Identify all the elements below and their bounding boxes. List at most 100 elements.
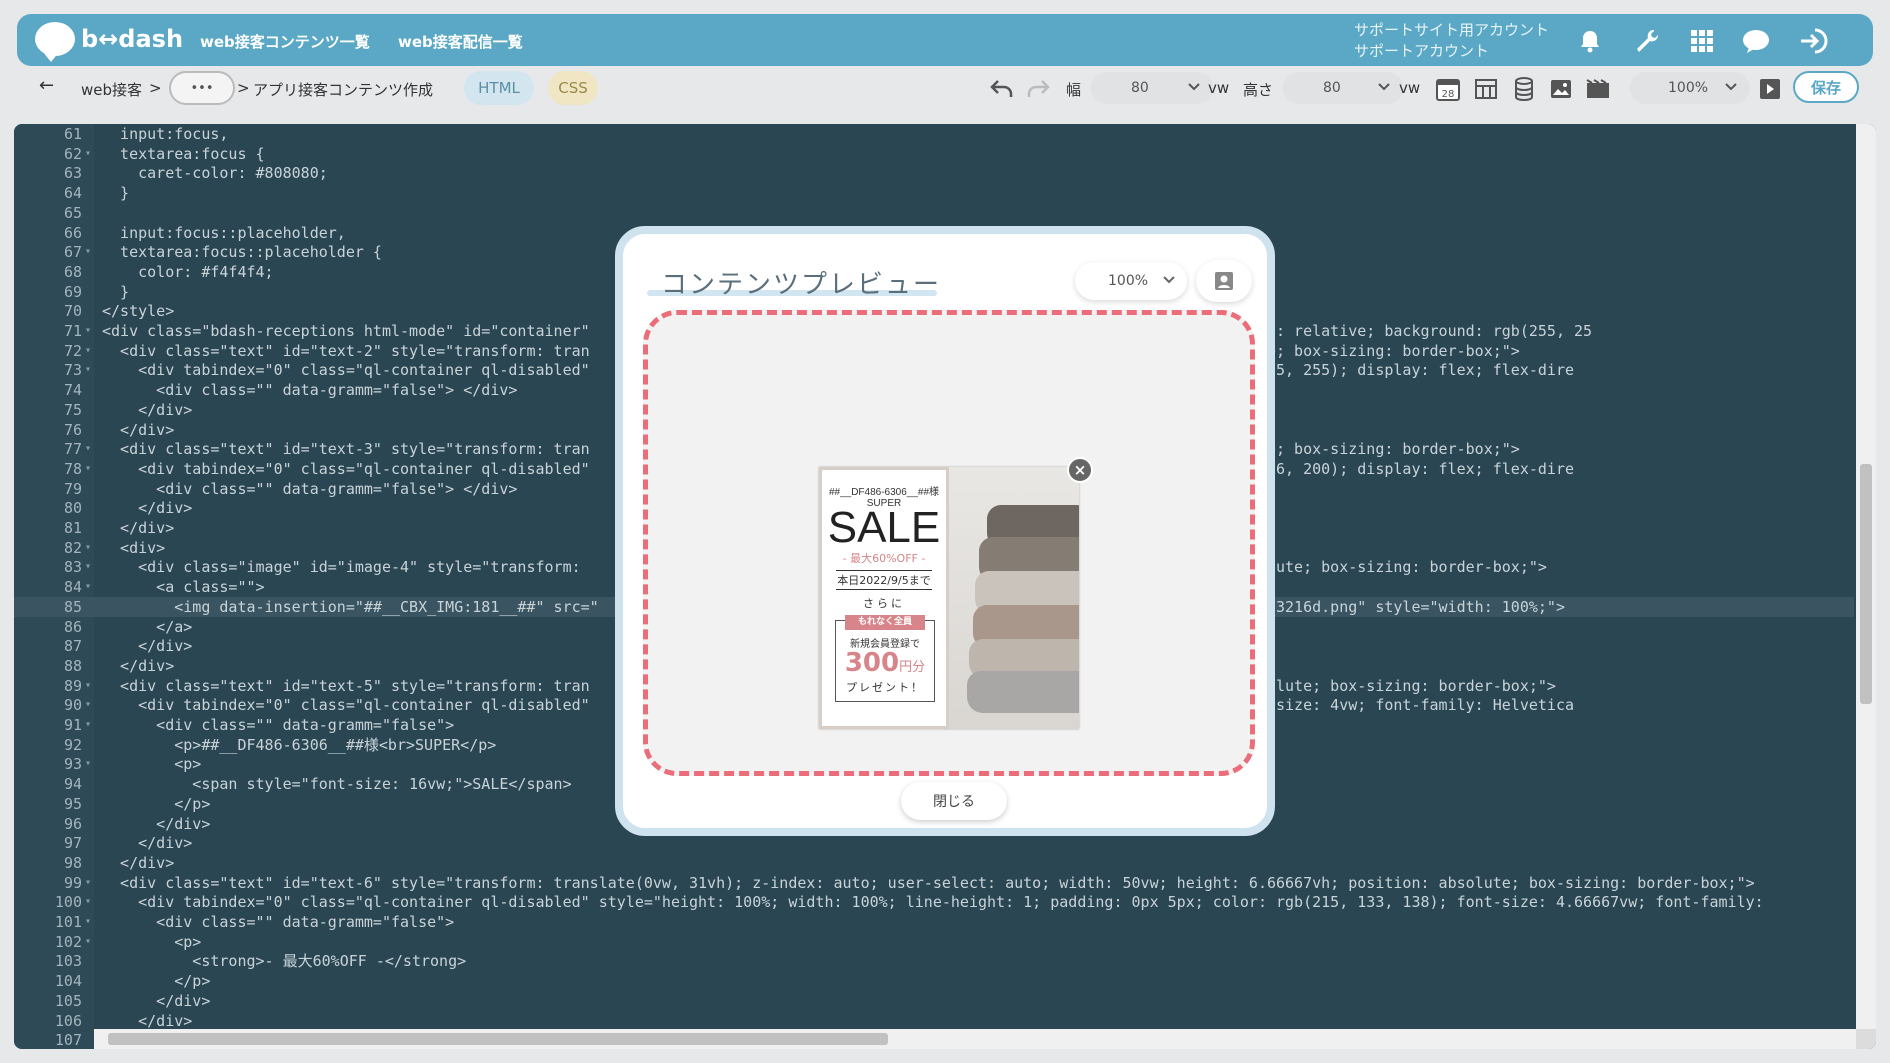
chat-support-icon[interactable] bbox=[1741, 26, 1771, 56]
fold-toggle-icon[interactable]: ▾ bbox=[85, 695, 91, 715]
code-text[interactable]: <span style="font-size: 16vw;">SALE</spa… bbox=[102, 774, 571, 794]
fold-toggle-icon[interactable]: ▾ bbox=[85, 360, 91, 380]
code-text[interactable]: <strong>- 最大60%OFF -</strong> bbox=[102, 951, 466, 971]
bell-icon[interactable] bbox=[1575, 26, 1605, 56]
database-icon[interactable] bbox=[1511, 76, 1537, 102]
code-text[interactable]: textarea:focus::placeholder { bbox=[102, 242, 382, 262]
banner-close-icon[interactable]: × bbox=[1067, 457, 1093, 483]
code-text[interactable]: <div class="" data-gramm="false"> bbox=[102, 715, 454, 735]
code-text[interactable]: </div> bbox=[102, 833, 192, 853]
nav-web-content-list[interactable]: web接客コンテンツ一覧 bbox=[200, 31, 370, 52]
code-line[interactable]: 105 </div> bbox=[14, 991, 1854, 1011]
code-text[interactable]: caret-color: #808080; bbox=[102, 163, 328, 183]
breadcrumb-root[interactable]: web接客 bbox=[81, 79, 142, 100]
vertical-scrollbar[interactable] bbox=[1856, 124, 1876, 1029]
code-line[interactable]: 102 ▾ <p> bbox=[14, 932, 1854, 952]
code-text[interactable]: <div tabindex="0" class="ql-container ql… bbox=[102, 892, 1764, 912]
tab-html[interactable]: HTML bbox=[464, 71, 534, 105]
redo-icon[interactable] bbox=[1025, 76, 1051, 102]
wrench-icon[interactable] bbox=[1632, 26, 1662, 56]
code-text[interactable]: input:focus, bbox=[102, 124, 228, 144]
code-line[interactable]: 103 <strong>- 最大60%OFF -</strong> bbox=[14, 951, 1854, 971]
tab-css[interactable]: CSS bbox=[548, 71, 598, 105]
table-icon[interactable] bbox=[1473, 76, 1499, 102]
apps-grid-icon[interactable] bbox=[1687, 26, 1717, 56]
code-text[interactable]: <div> bbox=[102, 538, 165, 558]
zoom-select[interactable]: 100% bbox=[1630, 72, 1750, 104]
code-text[interactable]: </p> bbox=[102, 971, 210, 991]
preview-zoom-select[interactable]: 100% bbox=[1075, 262, 1187, 300]
code-line[interactable]: 99 ▾ <div class="text" id="text-6" style=… bbox=[14, 873, 1854, 893]
code-text[interactable]: <a class=""> bbox=[102, 577, 264, 597]
preview-banner[interactable]: ##__DF486-6306__##様 SUPER SALE - 最大60%OF… bbox=[819, 467, 1079, 729]
code-text[interactable]: </p> bbox=[102, 794, 210, 814]
code-text[interactable]: </div> bbox=[102, 991, 210, 1011]
code-text[interactable]: </div> bbox=[102, 498, 192, 518]
code-text[interactable]: <div class="" data-gramm="false"> </div> bbox=[102, 380, 517, 400]
code-line[interactable]: 98 </div> bbox=[14, 853, 1854, 873]
code-text[interactable]: <div class="" data-gramm="false"> bbox=[102, 912, 454, 932]
code-text[interactable]: textarea:focus { bbox=[102, 144, 265, 164]
code-line[interactable]: 64 } bbox=[14, 183, 1854, 203]
breadcrumb-more-button[interactable]: ••• bbox=[169, 71, 235, 105]
play-preview-icon[interactable] bbox=[1757, 76, 1783, 102]
fold-toggle-icon[interactable]: ▾ bbox=[85, 538, 91, 558]
fold-toggle-icon[interactable]: ▾ bbox=[85, 439, 91, 459]
fold-toggle-icon[interactable]: ▾ bbox=[85, 932, 91, 952]
undo-icon[interactable] bbox=[989, 76, 1015, 102]
code-text[interactable]: </div> bbox=[102, 400, 192, 420]
video-icon[interactable] bbox=[1585, 76, 1611, 102]
fold-toggle-icon[interactable]: ▾ bbox=[85, 754, 91, 774]
code-line[interactable]: 62 ▾ textarea:focus { bbox=[14, 144, 1854, 164]
code-text[interactable]: color: #f4f4f4; bbox=[102, 262, 273, 282]
nav-web-delivery-list[interactable]: web接客配信一覧 bbox=[398, 31, 523, 52]
code-text[interactable]: } bbox=[102, 282, 129, 302]
code-line[interactable]: 100 ▾ <div tabindex="0" class="ql-contain… bbox=[14, 892, 1854, 912]
fold-toggle-icon[interactable]: ▾ bbox=[85, 912, 91, 932]
code-text[interactable]: </div> bbox=[102, 636, 192, 656]
code-text[interactable]: </div> bbox=[102, 656, 174, 676]
code-line[interactable]: 101 ▾ <div class="" data-gramm="false"> bbox=[14, 912, 1854, 932]
horizontal-scroll-thumb[interactable] bbox=[108, 1033, 888, 1045]
fold-toggle-icon[interactable]: ▾ bbox=[85, 577, 91, 597]
vertical-scroll-thumb[interactable] bbox=[1860, 464, 1872, 704]
code-text[interactable]: input:focus::placeholder, bbox=[102, 223, 346, 243]
device-preview-button[interactable] bbox=[1196, 260, 1252, 302]
calendar-icon[interactable]: 28 bbox=[1435, 76, 1461, 102]
fold-toggle-icon[interactable]: ▾ bbox=[85, 144, 91, 164]
width-select[interactable]: 80 bbox=[1091, 72, 1213, 104]
code-line[interactable]: 63 caret-color: #808080; bbox=[14, 163, 1854, 183]
close-button[interactable]: 閉じる bbox=[901, 782, 1007, 820]
code-line[interactable]: 97 </div> bbox=[14, 833, 1854, 853]
code-text[interactable]: <div class="" data-gramm="false"> </div> bbox=[102, 479, 517, 499]
bdash-logo[interactable]: b↔dash bbox=[35, 22, 183, 62]
fold-toggle-icon[interactable]: ▾ bbox=[85, 321, 91, 341]
code-text[interactable]: </div> bbox=[102, 1011, 192, 1031]
fold-toggle-icon[interactable]: ▾ bbox=[85, 459, 91, 479]
code-text[interactable]: <p> bbox=[102, 932, 201, 952]
code-text[interactable]: </div> bbox=[102, 518, 174, 538]
code-text[interactable]: </div> bbox=[102, 814, 210, 834]
code-text[interactable]: <p> bbox=[102, 754, 201, 774]
code-text[interactable]: </div> bbox=[102, 853, 174, 873]
fold-toggle-icon[interactable]: ▾ bbox=[85, 873, 91, 893]
code-text[interactable]: } bbox=[102, 183, 129, 203]
logout-icon[interactable] bbox=[1799, 26, 1829, 56]
code-line[interactable]: 104 </p> bbox=[14, 971, 1854, 991]
code-text[interactable]: <div class="text" id="text-6" style="tra… bbox=[102, 873, 1755, 893]
fold-toggle-icon[interactable]: ▾ bbox=[85, 892, 91, 912]
fold-toggle-icon[interactable]: ▾ bbox=[85, 676, 91, 696]
code-line[interactable]: 106 </div> bbox=[14, 1011, 1854, 1031]
fold-toggle-icon[interactable]: ▾ bbox=[85, 557, 91, 577]
code-text[interactable]: </a> bbox=[102, 617, 192, 637]
code-line[interactable]: 65 bbox=[14, 203, 1854, 223]
code-text[interactable]: </div> bbox=[102, 420, 174, 440]
code-text[interactable]: </style> bbox=[102, 301, 174, 321]
fold-toggle-icon[interactable]: ▾ bbox=[85, 341, 91, 361]
image-icon[interactable] bbox=[1548, 76, 1574, 102]
code-line[interactable]: 61 input:focus, bbox=[14, 124, 1854, 144]
code-text[interactable]: <p>##__DF486-6306__##様<br>SUPER</p> bbox=[102, 735, 496, 755]
fold-toggle-icon[interactable]: ▾ bbox=[85, 242, 91, 262]
horizontal-scrollbar[interactable] bbox=[94, 1029, 1856, 1049]
back-arrow-icon[interactable]: ← bbox=[39, 75, 54, 96]
